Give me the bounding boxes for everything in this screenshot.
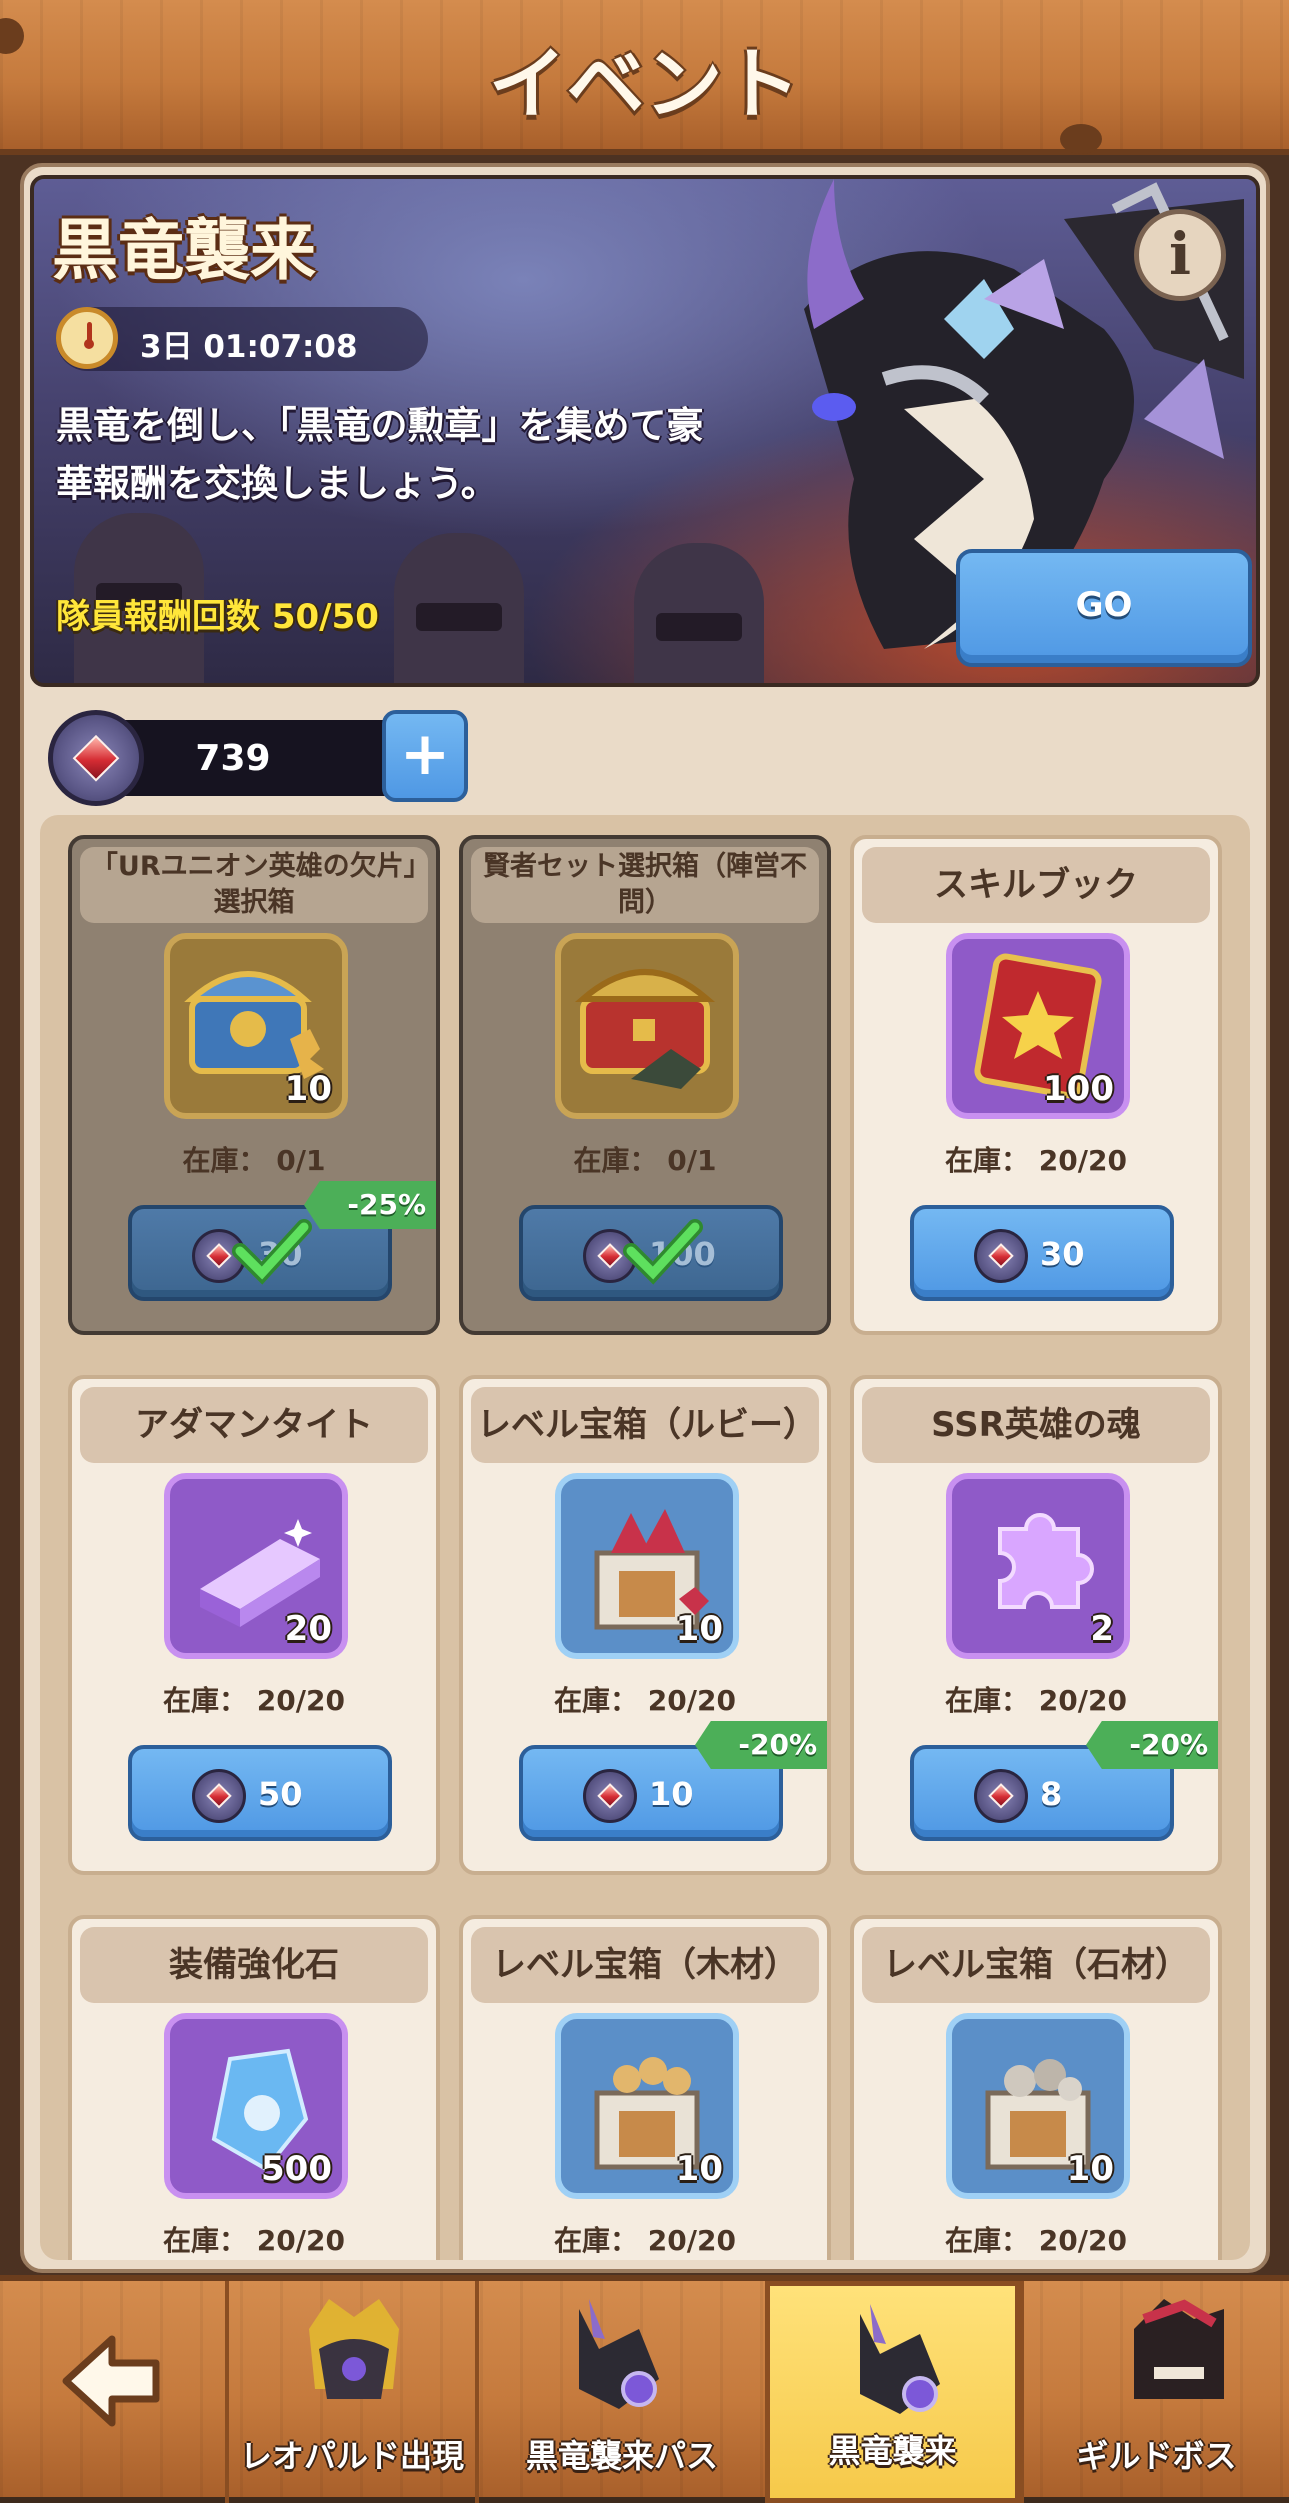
item-frame: 10 [946,2013,1130,2199]
item-stock: 在庫： 0/1 [182,1144,326,1177]
item-title: スキルブック [862,847,1210,923]
item-count: 10 [675,2149,723,2189]
discount-badge: -20% [695,1721,827,1769]
item-title: アダマンタイト [80,1387,428,1463]
shop-card-stone-level-box[interactable]: レベル宝箱（石材） 10 在庫： 20/20 [850,1915,1222,2260]
shop-card-wood-level-box[interactable]: レベル宝箱（木材） 10 在庫： 20/20 [459,1915,831,2260]
event-description: 黒竜を倒し、「黒竜の勲章」を集めて豪華報酬を交換しましょう。 [56,404,704,505]
item-stock: 在庫： 20/20 [945,2224,1127,2257]
tab-label: ギルドボス [1076,2437,1237,2475]
black-dragon-icon [860,2304,940,2414]
info-icon[interactable]: i [1134,209,1226,301]
purchased-check-icon [623,1219,703,1285]
item-stock: 在庫： 20/20 [163,1684,345,1717]
banner-soldier-art [394,533,524,683]
currency-bar: 739 + [48,710,468,806]
item-frame: 10 [164,933,348,1119]
item-title: レベル宝箱（ルビー） [471,1387,819,1463]
reward-count-label: 隊員報酬回数 50/50 [56,597,379,637]
event-title: 黒竜襲来 [52,212,316,289]
event-banner: 黒竜襲来 3日 01:07:08 黒竜を倒し、「黒竜の勲章」を集めて豪華報酬を交… [30,175,1260,687]
item-stock: 在庫： 20/20 [945,1144,1127,1177]
item-title: レベル宝箱（石材） [862,1927,1210,2003]
black-dragon-icon [579,2299,659,2409]
item-title: 「URユニオン英雄の欠片」選択箱 [80,847,428,923]
item-stock: 在庫： 20/20 [163,2224,345,2257]
add-currency-button[interactable]: + [382,710,468,802]
tab-leopard[interactable]: レオパルド出現 [225,2281,475,2503]
dragon-medal-icon [48,710,144,806]
tab-label: レオパルド出現 [239,2437,464,2475]
shop-grid: 「URユニオン英雄の欠片」選択箱 10 在庫： 0/1 30 -25% 賢者セッ… [40,815,1250,2260]
shop-card-enhance-stone[interactable]: 装備強化石 500 在庫： 20/20 [68,1915,440,2260]
item-stock: 在庫： 20/20 [554,1684,736,1717]
guild-boss-icon [1134,2299,1224,2399]
item-count: 20 [284,1609,332,1649]
item-frame: 2 [946,1473,1130,1659]
go-button[interactable]: GO [956,549,1252,667]
back-button[interactable] [0,2281,225,2503]
tab-black-dragon-raid[interactable]: 黒竜襲来 [765,2281,1020,2503]
item-frame: 100 [946,933,1130,1119]
item-count: 500 [261,2149,332,2189]
discount-badge: -25% [304,1181,436,1229]
item-count: 2 [1090,1609,1114,1649]
dragon-medal-icon [583,1769,637,1823]
bottom-nav: レオパルド出現 黒竜襲来パス 黒竜襲来 ギルドボス [0,2275,1289,2503]
item-count: 100 [1043,1069,1114,1109]
dragon-medal-icon [974,1769,1028,1823]
item-frame: 10 [555,2013,739,2199]
item-frame: 20 [164,1473,348,1659]
treasure-chest-icon [574,969,716,1089]
item-stock: 在庫： 20/20 [554,2224,736,2257]
dragon-medal-icon [974,1229,1028,1283]
item-count: 10 [675,1609,723,1649]
item-frame: 500 [164,2013,348,2199]
purchased-check-icon [232,1219,312,1285]
tab-guild-boss[interactable]: ギルドボス [1020,2281,1289,2503]
item-frame: 10 [555,1473,739,1659]
currency-value: 739 [195,738,271,779]
header-bar: イベント [0,0,1289,155]
discount-badge: -20% [1086,1721,1218,1769]
item-stock: 在庫： 20/20 [945,1684,1127,1717]
item-stock: 在庫： 0/1 [573,1144,717,1177]
page-title: イベント [488,40,801,130]
item-title: レベル宝箱（木材） [471,1927,819,2003]
item-title: SSR英雄の魂 [862,1387,1210,1463]
buy-button[interactable]: 100 [519,1205,783,1301]
item-title: 装備強化石 [80,1927,428,2003]
item-frame [555,933,739,1119]
price-value: 50 [258,1775,303,1813]
leopard-hero-icon [309,2299,399,2399]
price-value: 10 [649,1775,694,1813]
tab-black-dragon-pass[interactable]: 黒竜襲来パス [475,2281,765,2503]
event-timer: 3日 01:07:08 [56,307,428,371]
shop-card-ssr-hero-soul[interactable]: SSR英雄の魂 2 在庫： 20/20 8 -20% [850,1375,1222,1875]
shop-card-skill-book[interactable]: スキルブック 100 在庫： 20/20 30 [850,835,1222,1335]
shop-card-sage-set-box[interactable]: 賢者セット選択箱（陣営不問） 在庫： 0/1 100 [459,835,831,1335]
buy-button[interactable]: 50 [128,1745,392,1841]
tab-label: 黒竜襲来パス [525,2437,718,2475]
price-value: 30 [1040,1235,1085,1273]
price-value: 8 [1040,1775,1063,1813]
item-count: 10 [1066,2149,1114,2189]
item-title: 賢者セット選択箱（陣営不問） [471,847,819,923]
shop-card-ruby-level-box[interactable]: レベル宝箱（ルビー） 10 在庫： 20/20 10 -20% [459,1375,831,1875]
clock-icon [56,307,118,369]
tab-label: 黒竜襲来 [828,2432,957,2470]
back-arrow-icon [62,2335,160,2427]
dragon-medal-icon [192,1769,246,1823]
timer-text: 3日 01:07:08 [140,329,358,365]
shop-card-ur-union-shard-box[interactable]: 「URユニオン英雄の欠片」選択箱 10 在庫： 0/1 30 -25% [68,835,440,1335]
buy-button[interactable]: 30 [910,1205,1174,1301]
shop-card-adamantite[interactable]: アダマンタイト 20 在庫： 20/20 50 [68,1375,440,1875]
item-count: 10 [284,1069,332,1109]
